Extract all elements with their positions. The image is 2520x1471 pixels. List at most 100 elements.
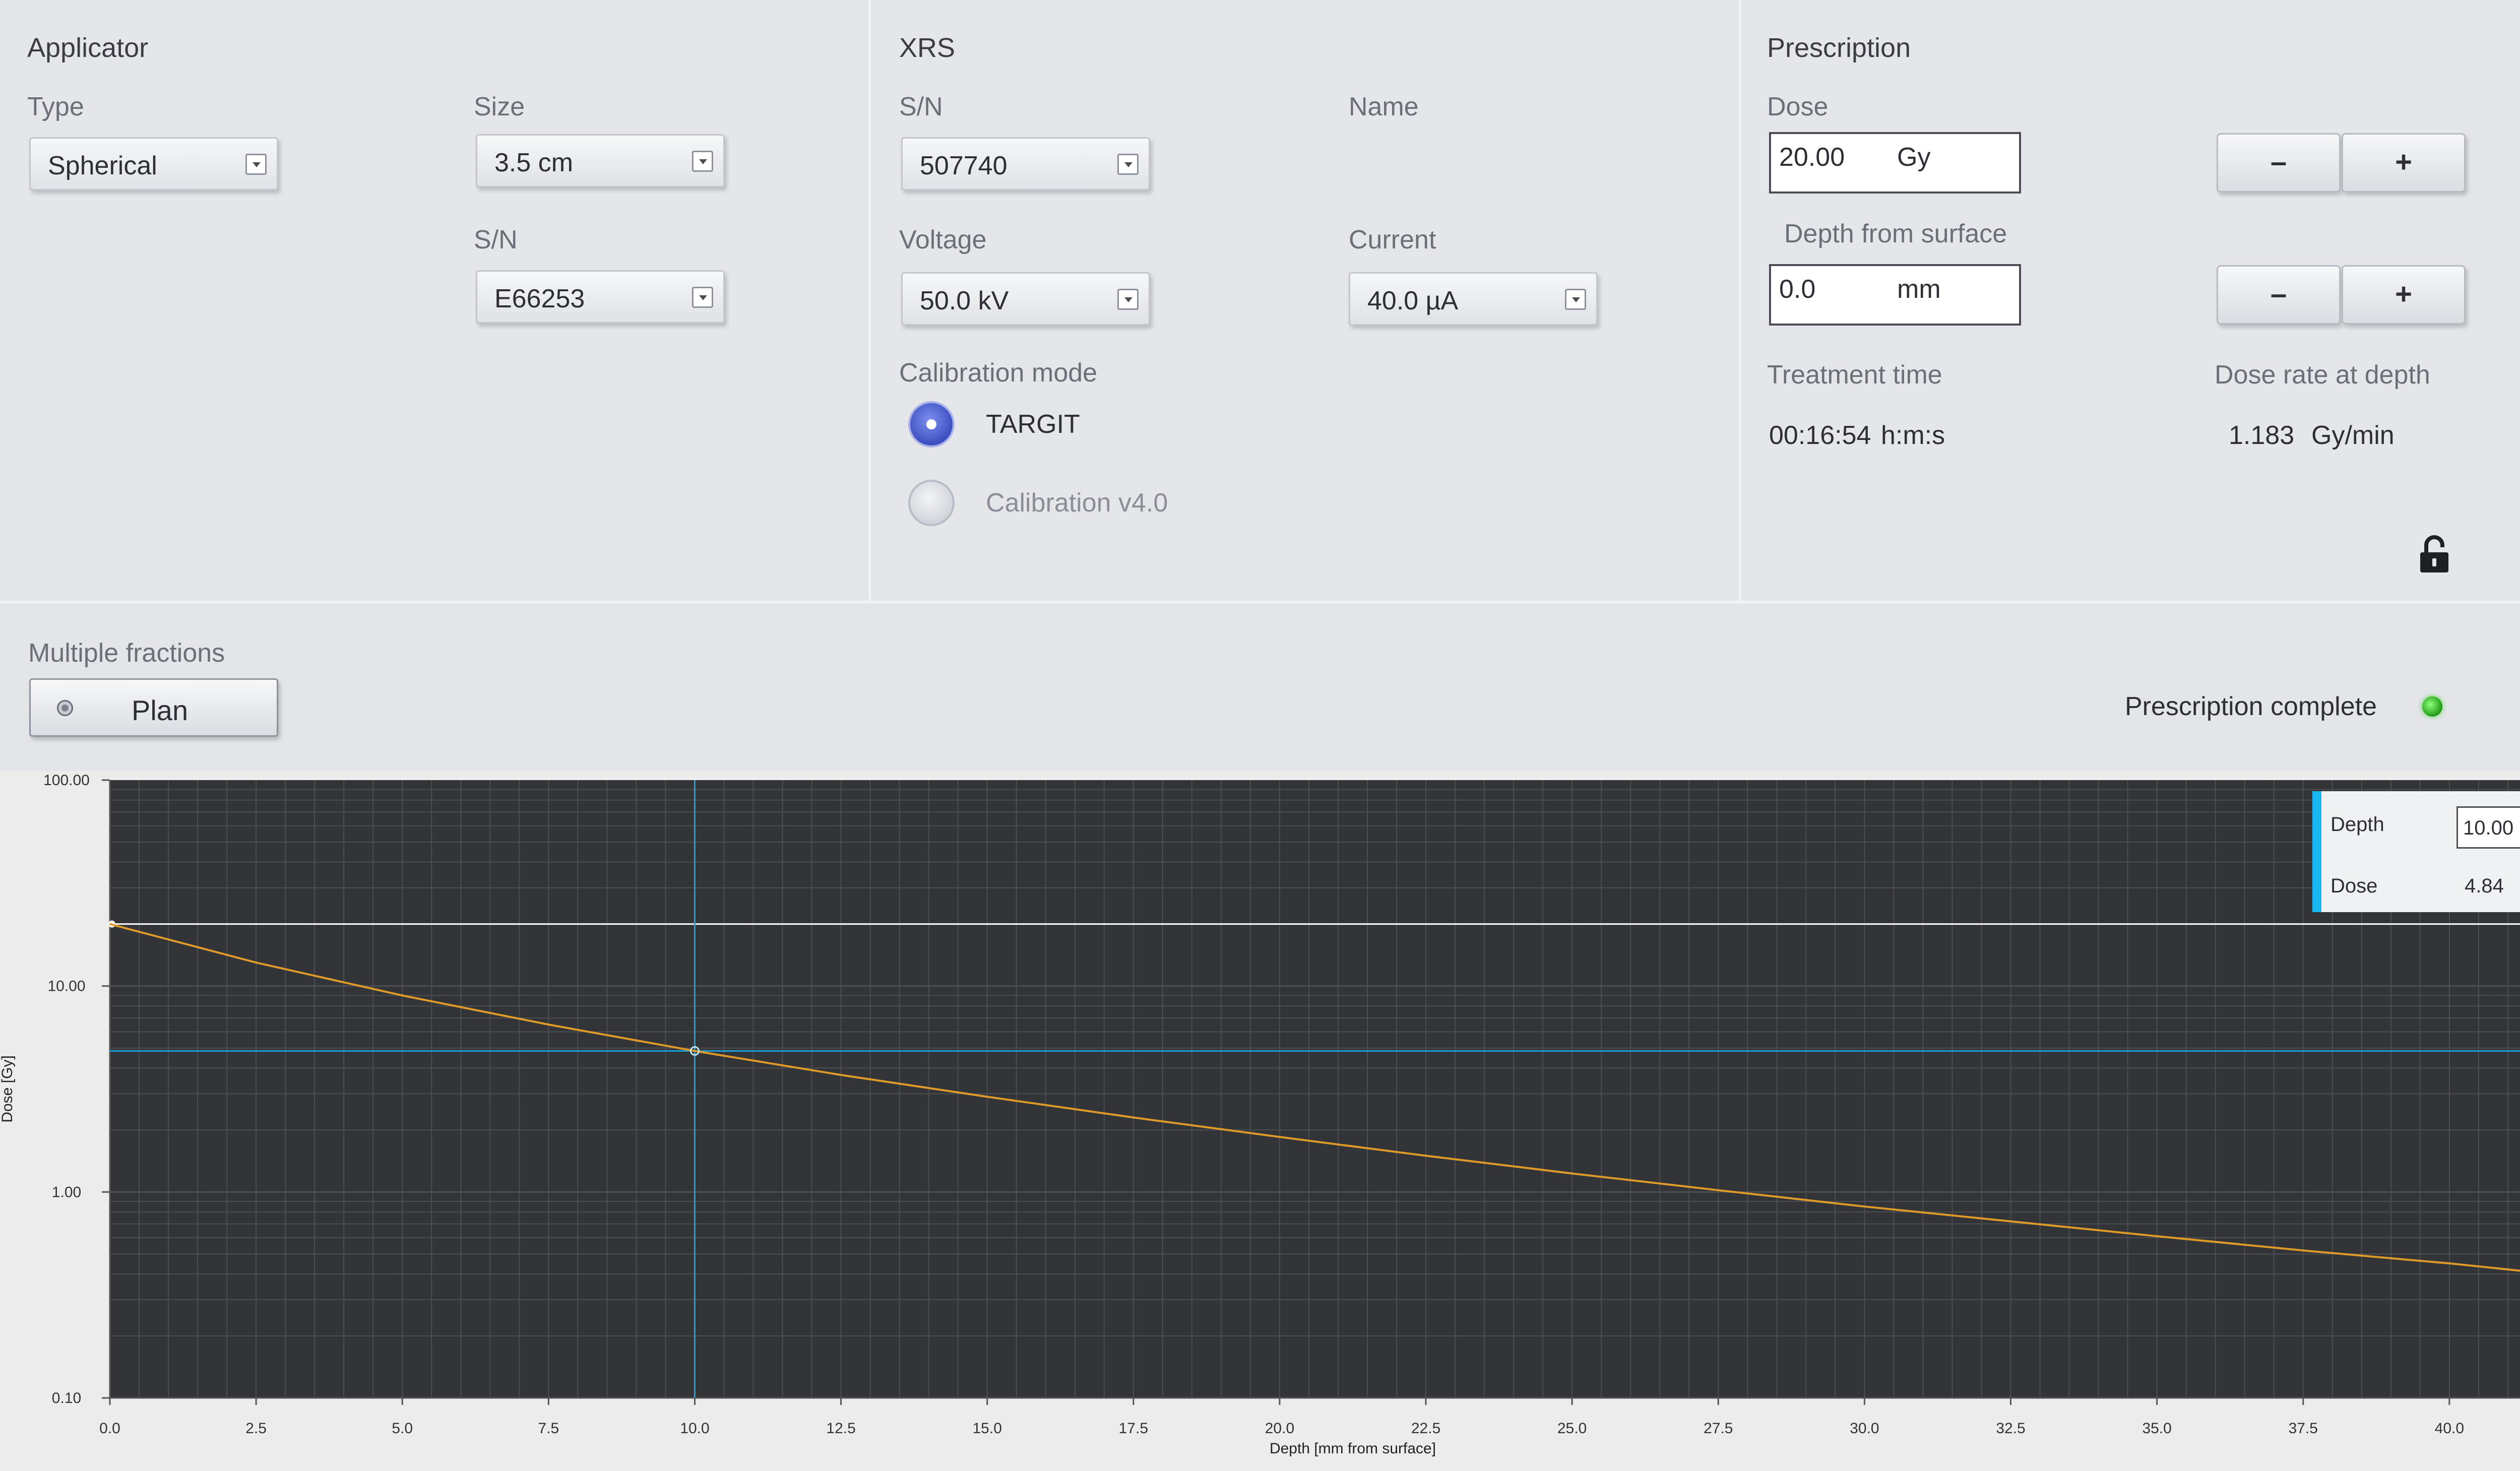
y-tick-label: 1.00 — [52, 1184, 81, 1200]
x-tick-label: 40.0 — [2435, 1420, 2464, 1437]
voltage-dropdown[interactable]: 50.0 kV — [901, 272, 1150, 326]
applicator-sn-dropdown[interactable]: E66253 — [476, 270, 725, 324]
dose-label: Dose — [1767, 92, 1829, 121]
prescription-status-text: Prescription complete — [2125, 692, 2377, 721]
current-label: Current — [1349, 225, 1436, 254]
dose-rate-value: 1.183 — [2229, 421, 2295, 450]
dose-curve-point — [109, 923, 111, 925]
size-label: Size — [474, 92, 525, 121]
size-dropdown-value: 3.5 cm — [494, 148, 574, 177]
xrs-sn-label: S/N — [899, 92, 943, 121]
chevron-down-icon — [692, 287, 713, 308]
applicator-panel — [0, 0, 869, 600]
treatment-time-label: Treatment time — [1767, 360, 1942, 390]
panel-divider — [869, 0, 871, 601]
calibration-mode-label: Calibration mode — [899, 358, 1098, 388]
panel-divider — [1739, 0, 1741, 601]
current-dropdown[interactable]: 40.0 µA — [1349, 272, 1598, 326]
dose-curve-point — [1425, 1155, 1427, 1157]
voltage-label: Voltage — [899, 225, 987, 254]
calibration-v4-radio[interactable] — [908, 480, 955, 526]
dose-unit: Gy — [1897, 143, 1931, 172]
depth-input[interactable]: 0.0 mm — [1769, 264, 2021, 326]
chevron-down-icon — [1117, 289, 1139, 310]
x-tick-label: 27.5 — [1704, 1420, 1733, 1437]
dose-curve-point — [1571, 1173, 1573, 1175]
x-tick-label: 12.5 — [826, 1420, 855, 1437]
x-tick-label: 20.0 — [1265, 1420, 1294, 1437]
plan-button-label: Plan — [132, 694, 188, 726]
dose-depth-chart[interactable]: 0.0 2.5 5.0 7.5 10.0 12.5 15.0 17.5 20.0 22.5 25.0… — [0, 771, 2520, 1471]
dose-depth-chart-svg[interactable]: 0.0 2.5 5.0 7.5 10.0 12.5 15.0 17.5 20.0 22.5 25.0… — [0, 771, 2520, 1471]
dose-curve-point — [2302, 1249, 2304, 1251]
chevron-down-icon — [1117, 154, 1139, 175]
plan-toggle-indicator — [57, 700, 73, 716]
status-led — [2422, 696, 2442, 717]
chevron-down-icon — [692, 151, 713, 172]
depth-label: Depth from surface — [1784, 219, 2007, 248]
dose-decrement-button[interactable]: – — [2217, 133, 2341, 193]
x-tick-label: 2.5 — [245, 1420, 267, 1437]
unlocked-padlock-icon[interactable] — [2418, 535, 2450, 573]
type-dropdown-value: Spherical — [48, 151, 157, 180]
readout-depth-input[interactable]: 10.00 mm — [2456, 806, 2520, 849]
targit-radio-label[interactable]: TARGIT — [986, 409, 1080, 439]
readout-depth-label: Depth — [2330, 813, 2384, 836]
depth-unit: mm — [1897, 275, 1941, 304]
dose-curve-point — [255, 962, 257, 964]
readout-dose-label: Dose — [2330, 875, 2378, 897]
x-tick-label: 0.0 — [99, 1420, 120, 1437]
applicator-sn-value: E66253 — [494, 284, 585, 313]
x-tick-label: 35.0 — [2142, 1420, 2171, 1437]
x-tick-label: 17.5 — [1119, 1420, 1148, 1437]
xrs-name-label: Name — [1349, 92, 1419, 121]
dose-curve-point — [1717, 1189, 1719, 1191]
targit-radio[interactable] — [908, 401, 955, 447]
applicator-title: Applicator — [27, 33, 149, 63]
xrs-sn-dropdown[interactable]: 507740 — [901, 137, 1150, 190]
x-tick-label: 22.5 — [1411, 1420, 1440, 1437]
prescription-title: Prescription — [1767, 33, 1911, 63]
depth-increment-button[interactable]: + — [2342, 265, 2466, 325]
y-tick-label: 10.00 — [47, 978, 85, 995]
dose-curve-point — [2448, 1262, 2450, 1264]
readout-dose-value: 4.84 — [2465, 875, 2504, 897]
xrs-sn-value: 507740 — [920, 151, 1007, 180]
calibration-v4-radio-label[interactable]: Calibration v4.0 — [986, 488, 1168, 518]
x-tick-label: 5.0 — [392, 1420, 413, 1437]
dose-curve-point — [1132, 1117, 1135, 1119]
x-tick-label: 7.5 — [538, 1420, 559, 1437]
dose-rate-unit: Gy/min — [2311, 421, 2395, 450]
dose-curve-point — [2010, 1221, 2012, 1223]
x-tick-label: 37.5 — [2289, 1420, 2318, 1437]
x-tick-label: 30.0 — [1850, 1420, 1879, 1437]
current-value: 40.0 µA — [1367, 286, 1459, 315]
dose-curve-point — [694, 1050, 696, 1052]
readout-depth-value: 10.00 — [2463, 817, 2514, 839]
dose-curve-point — [1279, 1136, 1281, 1138]
dose-increment-button[interactable]: + — [2342, 133, 2466, 193]
y-tick-label: 0.10 — [52, 1390, 81, 1406]
dose-rate-label: Dose rate at depth — [2215, 360, 2430, 390]
chevron-down-icon — [1565, 289, 1586, 310]
dose-curve-point — [1863, 1205, 1865, 1207]
depth-decrement-button[interactable]: – — [2217, 265, 2341, 325]
dose-curve-point — [2156, 1235, 2158, 1237]
type-dropdown[interactable]: Spherical — [29, 137, 278, 190]
cursor-readout: Depth 10.00 mm Dose 4.84 Gy — [2312, 791, 2520, 912]
x-tick-label: 15.0 — [973, 1420, 1002, 1437]
dose-input[interactable]: 20.00 Gy — [1769, 132, 2021, 194]
type-label: Type — [27, 92, 84, 121]
dose-curve-point — [986, 1096, 988, 1098]
depth-input-value: 0.0 — [1779, 275, 1816, 304]
section-divider — [0, 601, 2520, 603]
plan-button[interactable]: Plan — [29, 678, 278, 737]
dose-curve-point — [840, 1074, 842, 1076]
y-tick-label: 100.00 — [43, 772, 90, 789]
size-dropdown[interactable]: 3.5 cm — [476, 134, 725, 187]
applicator-sn-label: S/N — [474, 225, 518, 254]
treatment-time-value: 00:16:54 — [1769, 421, 1871, 450]
x-axis-label: Depth [mm from surface] — [1270, 1440, 1436, 1457]
dose-curve-point — [401, 994, 403, 996]
x-tick-label: 10.0 — [680, 1420, 709, 1437]
